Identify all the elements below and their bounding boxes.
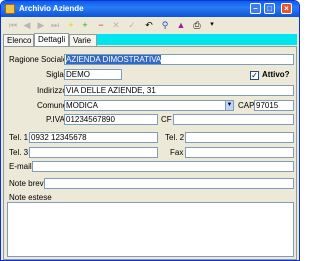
attivo-checkbox[interactable]: ✓ [250,71,259,80]
dropdown-icon[interactable]: ▾ [206,19,218,31]
tel1-label: Tel. 1 [9,133,29,142]
search-icon[interactable]: ⚲ [159,19,171,31]
piva-label: P.IVA [46,115,65,124]
prev-record-icon[interactable]: ◀ [21,19,33,31]
cap-field[interactable]: 97015 [254,100,294,111]
fax-field[interactable] [185,147,294,158]
note-brevi-field[interactable] [44,178,294,189]
comune-field[interactable]: MODICA [64,100,234,111]
sigla-field[interactable]: DEMO [64,69,122,80]
fax-label: Fax [170,148,184,157]
app-window: Archivio Aziende – □ × ⏮ ◀ ▶ ⏭ + + − ✕ ✓… [0,0,300,261]
title-bar[interactable]: Archivio Aziende – □ × [1,1,299,17]
note-brevi-label: Note brevi [9,179,46,188]
next-record-icon[interactable]: ▶ [35,19,47,31]
tel1-field[interactable]: 0932 12345678 [29,132,158,143]
note-estese-label: Note estese [9,193,52,202]
tel3-label: Tel. 3 [9,148,29,157]
delete-icon[interactable]: − [95,19,107,31]
sigla-label: Sigla [46,70,64,79]
details-panel: Ragione Sociale AZIENDA DIMOSTRATIVA Sig… [3,46,297,260]
cf-label: CF [161,115,172,124]
comune-dropdown-icon[interactable]: ▼ [225,100,234,111]
add-icon[interactable]: + [65,19,77,31]
cap-label: CAP [238,101,255,110]
email-field[interactable] [32,161,294,172]
attivo-label: Attivo? [262,70,290,79]
close-button[interactable]: × [281,3,292,14]
tab-strip-fill [97,34,297,45]
first-record-icon[interactable]: ⏮ [7,19,19,31]
maximize-button[interactable]: □ [264,3,275,14]
new-icon[interactable]: + [79,19,91,31]
cf-field[interactable] [173,114,294,125]
toolbar: ⏮ ◀ ▶ ⏭ + + − ✕ ✓ ↶ ⚲ ▲ ⎙ ▾ [3,18,297,32]
tab-varie[interactable]: Varie [69,34,97,46]
undo-icon[interactable]: ↶ [143,19,155,31]
minimize-button[interactable]: – [250,3,261,14]
cancel-icon[interactable]: ✕ [110,19,122,31]
email-label: E-mail [9,162,32,171]
indirizzo-field[interactable]: VIA DELLE AZIENDE, 31 [64,85,294,96]
tel2-label: Tel. 2 [165,133,185,142]
piva-field[interactable]: 01234567890 [64,114,158,125]
last-record-icon[interactable]: ⏭ [49,19,61,31]
ragione-sociale-label: Ragione Sociale [9,55,68,64]
tab-dettagli[interactable]: Dettagli [34,33,69,46]
tab-elenco[interactable]: Elenco [3,34,34,46]
tel2-field[interactable] [185,132,294,143]
tab-strip: Elenco Dettagli Varie [3,33,299,46]
window-title: Archivio Aziende [19,4,84,13]
filter-icon[interactable]: ▲ [175,19,187,31]
tel3-field[interactable] [29,147,158,158]
indirizzo-label: Indirizzo [37,86,67,95]
note-estese-textarea[interactable] [7,202,294,257]
folder-icon [5,4,15,14]
print-icon[interactable]: ⎙ [191,19,203,31]
confirm-icon[interactable]: ✓ [126,19,138,31]
ragione-sociale-field[interactable]: AZIENDA DIMOSTRATIVA [64,54,294,65]
comune-label: Comune [37,101,68,110]
